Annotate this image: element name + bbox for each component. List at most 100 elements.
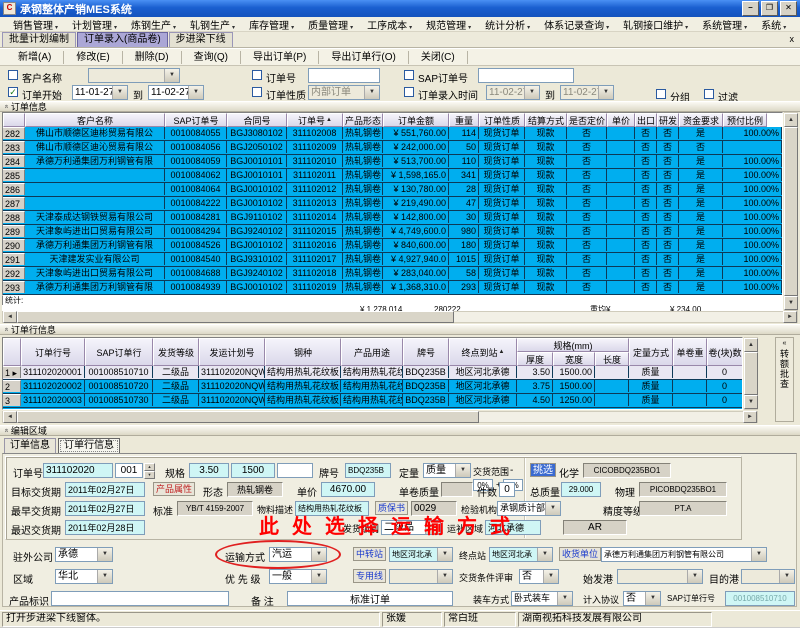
chevron-down-icon[interactable]: ▼ (188, 86, 203, 99)
remark-input[interactable] (287, 591, 453, 606)
scroll-up-icon[interactable]: ▲ (744, 338, 758, 352)
column-header[interactable]: 规格(mm) (517, 338, 629, 352)
order-seq-field[interactable] (115, 463, 143, 478)
latest-date-field[interactable] (65, 520, 145, 535)
earliest-date-field[interactable] (65, 501, 145, 516)
chevron-down-icon[interactable]: ▼ (455, 464, 470, 477)
delivery-review-combo[interactable]: 否▼ (519, 569, 559, 584)
column-header[interactable]: 发货等级 (153, 338, 199, 366)
toolbar-button[interactable]: 导出订单行(O) (319, 51, 408, 64)
order-no-checkbox[interactable] (252, 70, 262, 80)
column-header[interactable]: 研发 (657, 113, 679, 127)
chevron-down-icon[interactable]: ▼ (364, 86, 379, 99)
spec-thickness-field[interactable] (189, 463, 229, 478)
orders-horizontal-scrollbar[interactable]: ◄ ► (2, 311, 798, 323)
nature-combo[interactable]: 内部订单▼ (308, 85, 380, 100)
column-header[interactable]: 预付比例 (723, 113, 767, 127)
chevron-down-icon[interactable]: ▼ (645, 592, 660, 605)
column-header[interactable]: 订单金额 (383, 113, 449, 127)
column-header[interactable]: 订单性质 (479, 113, 525, 127)
table-row[interactable]: 2311102020002001008510720二级品311102020NQW… (3, 380, 742, 394)
transfer-station-link[interactable]: 中转站 (353, 547, 386, 561)
menu-item[interactable]: 工序成本▾ (360, 17, 419, 32)
dedicated-line-link[interactable]: 专用线 (353, 569, 386, 583)
table-row[interactable]: 283佛山市顺德区迪沁贸易有限公0010084056BGJ20501023111… (3, 141, 782, 155)
column-header[interactable]: 单价 (607, 113, 635, 127)
customer-combo[interactable]: ▼ (88, 68, 180, 83)
order-no-input[interactable] (308, 68, 380, 83)
table-row[interactable]: 289天津象屿进出口贸易有限公司0010084294BGJ92401023111… (3, 225, 782, 239)
chevron-down-icon[interactable]: ▼ (751, 548, 766, 561)
collapsed-side-panel[interactable]: « 转额批查 (775, 337, 794, 422)
close-button[interactable]: ✕ (780, 1, 797, 16)
lines-horizontal-scrollbar[interactable]: ◄ ► (2, 411, 758, 423)
receiver-link[interactable]: 收货单位 (559, 547, 601, 561)
entry-time-checkbox[interactable] (404, 87, 414, 97)
lines-vertical-scrollbar[interactable]: ▲ ▼ (744, 337, 758, 410)
column-header[interactable]: 钢种 (265, 338, 341, 366)
column-header[interactable]: SAP订单行 (85, 338, 153, 366)
dest-port-combo[interactable]: ▼ (741, 569, 795, 584)
mdi-tab[interactable]: 步进梁下线 (169, 32, 233, 47)
menu-item[interactable]: 轧钢接口维护▾ (616, 17, 695, 32)
column-header[interactable]: 结算方式 (525, 113, 567, 127)
orders-section-header[interactable]: « 订单信息 (0, 101, 800, 112)
loading-mode-combo[interactable]: 卧式装车▼ (511, 591, 573, 606)
column-header[interactable]: 订单行号 (21, 338, 85, 366)
table-row[interactable]: 3311102020003001008510730二级品311102020NQW… (3, 394, 742, 408)
filter-checkbox[interactable] (704, 89, 714, 99)
station-company-combo[interactable]: 承德▼ (55, 547, 113, 562)
in-agreement-combo[interactable]: 否▼ (623, 591, 661, 606)
menu-item[interactable]: 计划管理▾ (65, 17, 124, 32)
quantify-combo[interactable]: 质量▼ (423, 463, 471, 478)
origin-port-combo[interactable]: ▼ (617, 569, 703, 584)
scroll-left-icon[interactable]: ◄ (3, 411, 17, 423)
toolbar-button[interactable]: 查询(Q) (182, 51, 241, 64)
toolbar-button[interactable]: 删除(D) (123, 51, 182, 64)
product-mark-input[interactable] (51, 591, 229, 606)
menu-item[interactable]: 质量管理▾ (301, 17, 360, 32)
entry-time-from-date[interactable]: 11-02-27▼ (486, 85, 540, 100)
menu-item[interactable]: 销售管理▾ (6, 17, 65, 32)
table-row[interactable]: 290承德万利通集团万利钢管有限0010084526BGJ00101023111… (3, 239, 782, 253)
order-start-to-date[interactable]: 11-02-27▼ (148, 85, 204, 100)
scrollbar-thumb[interactable] (17, 411, 479, 423)
column-header[interactable]: 客户名称 (25, 113, 165, 127)
column-header[interactable]: 厚度 (517, 352, 553, 366)
target-date-field[interactable] (65, 482, 145, 497)
column-header[interactable]: 订单号▲ (287, 113, 343, 127)
column-header[interactable]: 卷(块)数 (707, 338, 743, 366)
receiver-combo[interactable]: 承德万利通集团万利钢管有限公司▼ (601, 547, 767, 562)
end-station-combo[interactable]: 地区河北承▼ (489, 547, 553, 562)
chevron-down-icon[interactable]: ▼ (543, 570, 558, 583)
menu-item[interactable]: 轧钢生产▾ (183, 17, 242, 32)
total-weight-field[interactable] (561, 482, 601, 497)
chevron-down-icon[interactable]: ▼ (687, 570, 702, 583)
table-row[interactable]: 292天津象屿进出口贸易有限公司0010084688BGJ92401023111… (3, 267, 782, 281)
menu-item[interactable]: 库存管理▾ (242, 17, 301, 32)
scroll-left-icon[interactable]: ◄ (3, 311, 17, 323)
chevron-down-icon[interactable]: ▼ (537, 548, 552, 561)
column-header[interactable]: 出口 (635, 113, 657, 127)
table-row[interactable]: 2870010084222BGJ0010102311102013热轧钢卷¥ 21… (3, 197, 782, 211)
product-attr-link[interactable]: 产品属性 (153, 482, 195, 496)
tab-order-info[interactable]: 订单信息 (4, 438, 56, 454)
chevron-down-icon[interactable]: ▼ (524, 86, 539, 99)
sap-no-checkbox[interactable] (404, 70, 414, 80)
toolbar-button[interactable]: 修改(E) (64, 51, 122, 64)
chevron-down-icon[interactable]: ▼ (437, 570, 452, 583)
table-row[interactable]: 282佛山市顺德区迪彬贸易有限公0010084055BGJ30801023111… (3, 127, 782, 141)
chevron-down-icon[interactable]: ▼ (545, 502, 560, 515)
tab-order-line-info[interactable]: 订单行信息 (58, 438, 120, 454)
chevron-down-icon[interactable]: ▼ (97, 548, 112, 561)
toolbar-button[interactable]: 关闭(C) (409, 51, 468, 64)
scrollbar-thumb[interactable] (17, 311, 454, 323)
column-header[interactable]: 资金要求 (679, 113, 723, 127)
region-combo[interactable]: 华北▼ (55, 569, 113, 584)
spec-width-field[interactable] (231, 463, 275, 478)
order-start-from-date[interactable]: 11-01-27▼ (72, 85, 128, 100)
column-header[interactable]: 长度 (595, 352, 629, 366)
priority-combo[interactable]: 一般▼ (269, 569, 327, 584)
collapse-icon[interactable]: « (783, 340, 787, 347)
column-header[interactable]: 产品用途 (341, 338, 403, 366)
